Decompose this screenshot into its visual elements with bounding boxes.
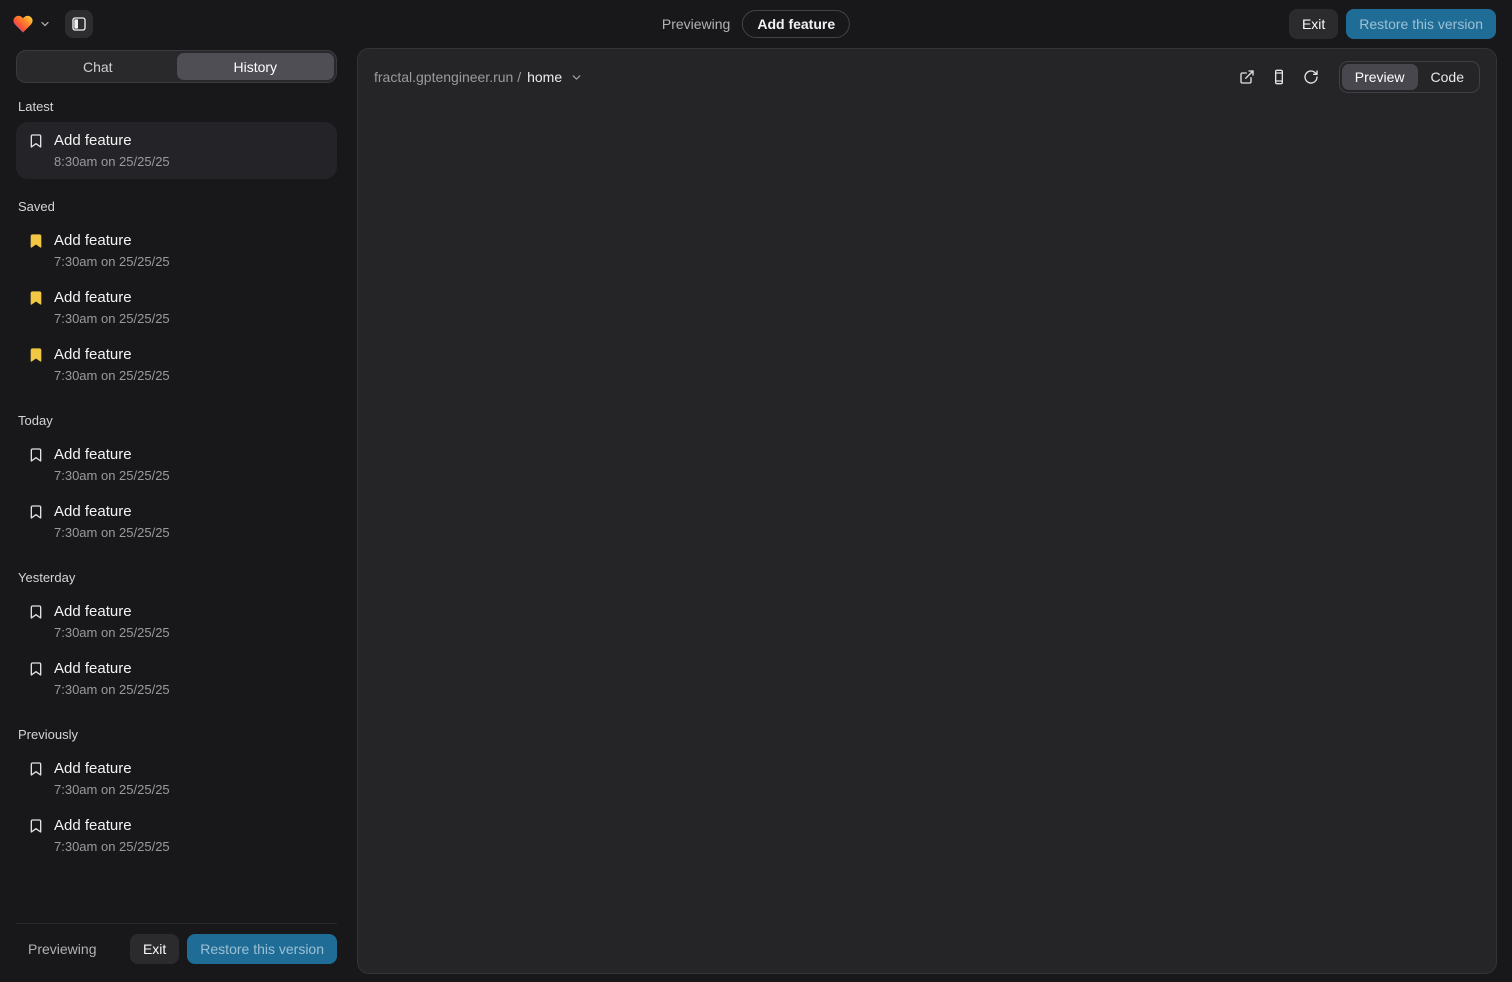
history-item-title: Add feature [54,132,132,149]
chevron-down-icon [570,71,583,84]
topbar-right: Exit Restore this version [1289,9,1496,39]
bookmark-outline-icon [28,447,44,463]
section-items: Add feature 8:30am on 25/25/25 [16,122,337,179]
bookmark-outline-icon [28,818,44,834]
history-item[interactable]: Add feature 7:30am on 25/25/25 [16,650,337,707]
history-item-timestamp: 7:30am on 25/25/25 [54,368,325,383]
footer-previewing-label: Previewing [28,941,96,957]
section-title: Yesterday [18,570,335,585]
bookmark-outline-icon [28,604,44,620]
history-section: Yesterday Add feature 7:30am on 25/25/25… [16,570,337,707]
history-item-timestamp: 7:30am on 25/25/25 [54,525,325,540]
history-item-timestamp: 7:30am on 25/25/25 [54,468,325,483]
topbar-left [12,10,93,38]
history-section: Latest Add feature 8:30am on 25/25/25 [16,99,337,179]
sidebar-toggle-button[interactable] [65,10,93,38]
section-items: Add feature 7:30am on 25/25/25 Add featu… [16,593,337,707]
bookmark-filled-icon [28,290,44,306]
preview-panel: fractal.gptengineer.run / home [357,48,1497,974]
topbar: Previewing Add feature Exit Restore this… [0,0,1512,48]
history-item-title: Add feature [54,446,132,463]
bookmark-outline-icon [28,133,44,149]
history-item[interactable]: Add feature 7:30am on 25/25/25 [16,279,337,336]
history-item-timestamp: 7:30am on 25/25/25 [54,839,325,854]
section-title: Previously [18,727,335,742]
url-page: home [527,69,562,85]
sidebar-footer: Previewing Exit Restore this version [16,923,337,968]
history-item-timestamp: 7:30am on 25/25/25 [54,782,325,797]
section-items: Add feature 7:30am on 25/25/25 Add featu… [16,750,337,864]
chevron-down-icon[interactable] [39,18,51,30]
history-sidebar: Chat History Latest Add feature 8:30am o… [16,50,337,968]
history-section: Today Add feature 7:30am on 25/25/25 Add… [16,413,337,550]
bookmark-filled-icon [28,233,44,249]
history-item[interactable]: Add feature 7:30am on 25/25/25 [16,493,337,550]
restore-version-button[interactable]: Restore this version [1346,9,1496,39]
preview-viewport[interactable] [358,103,1496,973]
history-item[interactable]: Add feature 7:30am on 25/25/25 [16,807,337,864]
history-item[interactable]: Add feature 7:30am on 25/25/25 [16,750,337,807]
history-item[interactable]: Add feature 7:30am on 25/25/25 [16,336,337,393]
bookmark-outline-icon [28,504,44,520]
section-title: Latest [18,99,335,114]
history-item[interactable]: Add feature 7:30am on 25/25/25 [16,593,337,650]
history-section: Previously Add feature 7:30am on 25/25/2… [16,727,337,864]
section-items: Add feature 7:30am on 25/25/25 Add featu… [16,436,337,550]
history-list: Latest Add feature 8:30am on 25/25/25 Sa… [16,99,337,917]
history-item-title: Add feature [54,346,132,363]
history-item-title: Add feature [54,603,132,620]
sidebar-tab-group: Chat History [16,50,337,83]
history-item[interactable]: Add feature 7:30am on 25/25/25 [16,436,337,493]
history-item-title: Add feature [54,760,132,777]
tab-chat[interactable]: Chat [19,53,177,80]
history-item[interactable]: Add feature 8:30am on 25/25/25 [16,122,337,179]
footer-exit-button[interactable]: Exit [130,934,179,964]
history-item-timestamp: 7:30am on 25/25/25 [54,682,325,697]
history-item-timestamp: 7:30am on 25/25/25 [54,625,325,640]
history-item-timestamp: 8:30am on 25/25/25 [54,154,325,169]
history-item[interactable]: Add feature 7:30am on 25/25/25 [16,222,337,279]
history-item-title: Add feature [54,660,132,677]
bookmark-outline-icon [28,661,44,677]
open-in-new-tab-icon[interactable] [1235,65,1259,89]
bookmark-outline-icon [28,761,44,777]
history-section: Saved Add feature 7:30am on 25/25/25 Add… [16,199,337,393]
tab-history[interactable]: History [177,53,335,80]
view-toggle: Preview Code [1339,61,1480,93]
history-item-title: Add feature [54,289,132,306]
history-item-timestamp: 7:30am on 25/25/25 [54,311,325,326]
preview-header: fractal.gptengineer.run / home [358,49,1496,103]
footer-restore-version-button[interactable]: Restore this version [187,934,337,964]
version-pill-button[interactable]: Add feature [742,10,850,38]
topbar-center: Previewing Add feature [662,0,850,48]
refresh-icon[interactable] [1299,65,1323,89]
lovable-heart-logo[interactable] [12,13,34,35]
history-item-title: Add feature [54,817,132,834]
section-title: Saved [18,199,335,214]
preview-url-bar[interactable]: fractal.gptengineer.run / home [374,69,583,85]
panel-left-icon [71,16,87,32]
previewing-status-label: Previewing [662,16,730,32]
preview-header-actions: Preview Code [1227,61,1480,93]
toggle-preview-button[interactable]: Preview [1342,64,1418,90]
mobile-view-icon[interactable] [1267,65,1291,89]
history-item-title: Add feature [54,503,132,520]
toggle-code-button[interactable]: Code [1418,64,1477,90]
exit-button[interactable]: Exit [1289,9,1338,39]
history-item-timestamp: 7:30am on 25/25/25 [54,254,325,269]
section-title: Today [18,413,335,428]
history-item-title: Add feature [54,232,132,249]
section-items: Add feature 7:30am on 25/25/25 Add featu… [16,222,337,393]
url-prefix: fractal.gptengineer.run / [374,69,521,85]
bookmark-filled-icon [28,347,44,363]
